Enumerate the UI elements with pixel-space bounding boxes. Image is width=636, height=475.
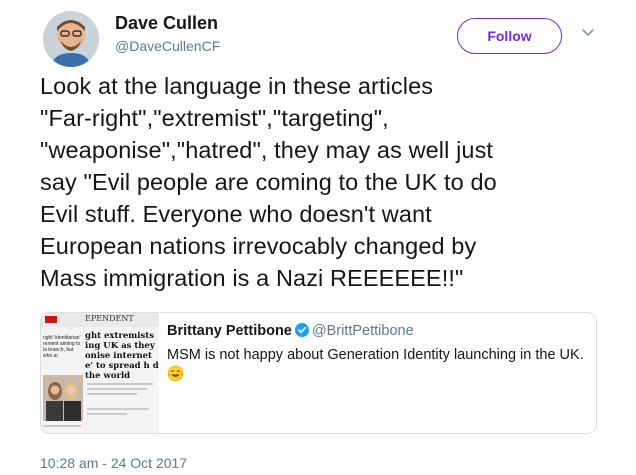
newspaper-logo bbox=[45, 316, 57, 323]
quoted-author-handle[interactable]: @BrittPettibone bbox=[312, 323, 414, 339]
quoted-tweet-thumbnail[interactable]: EPENDENT right 'identitarian' rement aim… bbox=[41, 313, 159, 433]
newspaper-text-line bbox=[87, 393, 137, 395]
quoted-author-name[interactable]: Brittany Pettibone bbox=[167, 323, 292, 339]
tweet-header: Dave Cullen @DaveCullenCF Follow bbox=[30, 8, 610, 68]
tweet-timestamp[interactable]: 10:28 am - 24 Oct 2017 bbox=[40, 455, 187, 471]
newspaper-title: EPENDENT bbox=[85, 314, 134, 323]
author-handle[interactable]: @DaveCullenCF bbox=[115, 38, 220, 54]
author-name[interactable]: Dave Cullen bbox=[115, 13, 218, 34]
chevron-down-icon[interactable] bbox=[580, 24, 596, 40]
newspaper-text-line bbox=[87, 408, 149, 410]
quoted-tweet[interactable]: EPENDENT right 'identitarian' rement aim… bbox=[40, 312, 597, 434]
avatar-image bbox=[43, 11, 99, 67]
newspaper-masthead: EPENDENT bbox=[41, 313, 159, 327]
newspaper-text-line bbox=[87, 388, 147, 390]
quoted-tweet-text: MSM is not happy about Generation Identi… bbox=[167, 346, 592, 385]
follow-button[interactable]: Follow bbox=[457, 18, 562, 54]
quoted-tweet-text-body: MSM is not happy about Generation Identi… bbox=[167, 347, 584, 363]
newspaper-text-line bbox=[87, 383, 153, 385]
newspaper-photo bbox=[43, 375, 83, 421]
verified-badge-icon bbox=[294, 323, 309, 337]
newspaper-text-line bbox=[43, 425, 81, 427]
newspaper-text-line bbox=[87, 413, 127, 415]
newspaper-headline: ght extremists ing UK as they onise inte… bbox=[85, 331, 159, 381]
avatar[interactable] bbox=[43, 11, 99, 67]
newspaper-subheadline: right 'identitarian' rement aiming to la… bbox=[43, 335, 81, 359]
quoted-author[interactable]: Brittany Pettibone @BrittPettibone bbox=[167, 323, 414, 339]
tweet-text: Look at the language in these articles "… bbox=[40, 73, 497, 291]
face-with-tears-of-joy-icon bbox=[167, 365, 184, 382]
